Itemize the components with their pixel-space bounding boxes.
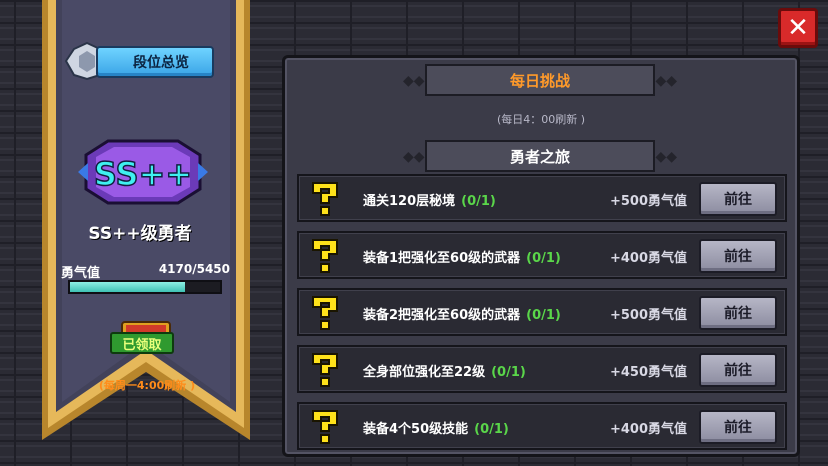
question-mark-icon [312, 182, 338, 216]
question-mark-icon [312, 239, 338, 273]
left-diamond-icon: ◆◆ [403, 149, 425, 165]
rank-overview-button[interactable]: 段位总览 [96, 46, 214, 78]
courage-progress-bar [68, 280, 222, 294]
task-reward: +450勇气值 [609, 365, 687, 380]
rank-title: SS++级勇者 [88, 224, 192, 244]
task-name: 装备1把强化至60级的武器 (0/1) [363, 247, 561, 266]
task-name-text: 通关120层秘境 [363, 194, 456, 209]
task-name-text: 装备1把强化至60级的武器 [363, 251, 521, 266]
task-row: 通关120层秘境 (0/1) +500勇气值 前往 [297, 174, 787, 222]
close-button[interactable]: ✕ [778, 8, 818, 48]
task-name: 全身部位强化至22级 (0/1) [363, 361, 526, 380]
task-progress: (0/1) [526, 308, 561, 323]
go-button[interactable]: 前往 [699, 239, 777, 273]
left-diamond-icon: ◆◆ [403, 73, 425, 89]
courage-label: 勇气值 [61, 266, 101, 281]
task-progress: (0/1) [474, 422, 509, 437]
task-progress: (0/1) [526, 251, 561, 266]
task-name: 装备4个50级技能 (0/1) [363, 418, 509, 437]
task-row: 装备2把强化至60级的武器 (0/1) +500勇气值 前往 [297, 288, 787, 336]
task-name-text: 装备4个50级技能 [363, 422, 469, 437]
task-name: 装备2把强化至60级的武器 (0/1) [363, 304, 561, 323]
task-row: 装备4个50级技能 (0/1) +400勇气值 前往 [297, 402, 787, 450]
task-row: 装备1把强化至60级的武器 (0/1) +400勇气值 前往 [297, 231, 787, 279]
question-mark-icon [312, 410, 338, 444]
right-diamond-icon: ◆◆ [655, 149, 677, 165]
courage-value: 4170/5450 [158, 262, 230, 276]
task-name: 通关120层秘境 (0/1) [363, 190, 496, 209]
challenge-panel: ◆◆ 每日挑战 ◆◆ (每日4：00刷新 ) ◆◆ 勇者之旅 ◆◆ 通关120层… [282, 55, 800, 457]
task-row: 全身部位强化至22级 (0/1) +450勇气值 前往 [297, 345, 787, 393]
ss-logo-text: SS++ [94, 155, 192, 193]
go-button[interactable]: 前往 [699, 296, 777, 330]
daily-challenge-header: ◆◆ 每日挑战 ◆◆ [403, 64, 677, 96]
close-icon: ✕ [787, 13, 809, 43]
task-reward: +500勇气值 [609, 194, 687, 209]
go-button[interactable]: 前往 [699, 182, 777, 216]
task-reward: +400勇气值 [609, 251, 687, 266]
hero-journey-header: ◆◆ 勇者之旅 ◆◆ [403, 140, 677, 172]
go-button[interactable]: 前往 [699, 353, 777, 387]
ss-plus-plus-rank-icon: SS++ [78, 139, 208, 205]
hero-journey-title: 勇者之旅 [509, 147, 570, 166]
go-button[interactable]: 前往 [699, 410, 777, 444]
weekly-refresh-note: (每周一4:00刷新 ) [98, 379, 196, 392]
daily-challenge-title: 每日挑战 [509, 71, 570, 90]
task-reward: +500勇气值 [609, 308, 687, 323]
claimed-button[interactable]: 已领取 [110, 332, 174, 354]
courage-progress-fill [70, 282, 185, 292]
task-progress: (0/1) [461, 194, 496, 209]
question-mark-icon [312, 296, 338, 330]
daily-refresh-note: (每日4：00刷新 ) [496, 113, 586, 126]
task-name-text: 全身部位强化至22级 [363, 365, 486, 380]
task-name-text: 装备2把强化至60级的武器 [363, 308, 521, 323]
question-mark-icon [312, 353, 338, 387]
right-diamond-icon: ◆◆ [655, 73, 677, 89]
task-progress: (0/1) [491, 365, 526, 380]
task-reward: +400勇气值 [609, 422, 687, 437]
